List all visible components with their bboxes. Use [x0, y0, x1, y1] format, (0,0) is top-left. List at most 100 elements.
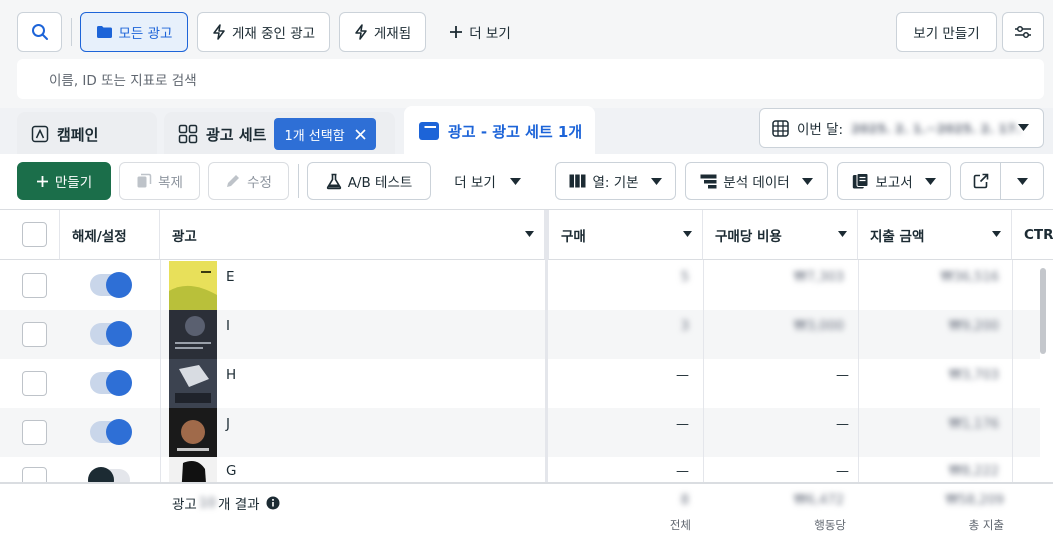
duplicate-label: 복제: [158, 175, 183, 191]
header-ctr[interactable]: CTR: [1012, 210, 1053, 260]
filter-settings-button[interactable]: [1002, 12, 1044, 52]
toggle-knob: [88, 467, 114, 482]
published-label: 게재됨: [373, 26, 412, 42]
row-checkbox[interactable]: [22, 273, 47, 298]
ad-name[interactable]: I: [226, 318, 230, 334]
row-checkbox[interactable]: [22, 467, 47, 482]
ad-thumbnail[interactable]: [169, 310, 217, 359]
purchases-value: 3: [680, 319, 689, 334]
export-button[interactable]: [960, 162, 1001, 200]
table-row[interactable]: I 3 ₩3,000 ₩9,200: [0, 310, 1040, 359]
more-filters-label: 더 보기: [469, 26, 511, 42]
amount-spent-value: ₩9,200: [948, 319, 999, 334]
table-row[interactable]: E 5 ₩7,303 ₩36,516: [0, 261, 1040, 310]
header-cost-per-purchase[interactable]: 구매당 비용: [703, 210, 858, 260]
lightning-icon: [213, 24, 225, 40]
ab-test-button[interactable]: A/B 테스트: [307, 162, 431, 200]
more-filters-button[interactable]: 더 보기: [434, 12, 526, 52]
table-row[interactable]: G — — ₩8,222: [0, 457, 1040, 482]
table-row[interactable]: H — — ₩3,703: [0, 359, 1040, 408]
results-count: 10: [198, 495, 217, 511]
ad-thumbnail[interactable]: [169, 261, 217, 310]
caret-down-icon: [801, 177, 813, 185]
caret-down-icon: [509, 177, 521, 185]
ad-toggle[interactable]: [90, 370, 132, 396]
ad-name[interactable]: J: [226, 416, 230, 432]
create-view-button[interactable]: 보기 만들기: [896, 12, 997, 52]
duplicate-icon: [137, 173, 152, 188]
row-checkbox[interactable]: [22, 420, 47, 445]
ad-icon: [419, 122, 439, 140]
breakdown-icon: [700, 174, 717, 188]
header-amount-spent[interactable]: 지출 금액: [858, 210, 1012, 260]
caret-down-icon[interactable]: [683, 231, 692, 237]
amount-spent-value: ₩1,176: [948, 417, 999, 432]
published-button[interactable]: 게재됨: [339, 12, 426, 52]
grid-icon: [178, 124, 198, 144]
results-summary: 광고 10 개 결과: [172, 493, 280, 513]
ad-name[interactable]: H: [226, 367, 236, 383]
amount-spent-value: ₩3,703: [948, 368, 999, 383]
results-prefix: 광고: [172, 497, 197, 513]
duplicate-button[interactable]: 복제: [119, 162, 200, 200]
header-onoff-label: 해제/설정: [72, 228, 127, 245]
caret-down-icon[interactable]: [525, 231, 534, 237]
close-icon[interactable]: [355, 128, 366, 140]
pencil-icon: [227, 175, 240, 187]
active-ads-button[interactable]: 게재 중인 광고: [197, 12, 330, 52]
tab-ad-sets[interactable]: 광고 세트 1개 선택함: [164, 112, 395, 156]
purchases-value: 5: [680, 270, 689, 285]
results-suffix: 개 결과: [218, 497, 260, 513]
breakdown-button[interactable]: 분석 데이터: [685, 162, 828, 200]
divider: [71, 18, 72, 46]
ad-name[interactable]: E: [226, 269, 235, 285]
table-row[interactable]: J — — ₩1,176: [0, 408, 1040, 457]
lightning-icon: [355, 24, 367, 40]
ad-thumbnail[interactable]: [169, 457, 217, 482]
toggle-knob: [106, 272, 132, 298]
select-all-checkbox[interactable]: [22, 222, 47, 247]
tab-ads[interactable]: 광고 - 광고 세트 1개: [404, 106, 595, 156]
caret-down-icon[interactable]: [838, 231, 847, 237]
columns-button[interactable]: 열: 기본: [555, 162, 676, 200]
header-ad-name[interactable]: 광고: [160, 210, 545, 260]
ad-toggle[interactable]: [88, 467, 130, 482]
create-button[interactable]: 만들기: [17, 162, 111, 200]
selected-badge[interactable]: 1개 선택함: [274, 118, 376, 150]
date-range-picker[interactable]: 이번 달: 2025. 2. 1.~2025. 2. 17.: [759, 108, 1044, 148]
row-checkbox[interactable]: [22, 371, 47, 396]
caret-down-icon: [1016, 177, 1028, 185]
total-purchases-caption: 전체: [669, 518, 691, 532]
total-purchases-value: 8: [680, 493, 689, 508]
flask-icon: [326, 173, 341, 189]
ad-toggle[interactable]: [90, 272, 132, 298]
header-purchases[interactable]: 구매: [548, 210, 703, 260]
info-icon[interactable]: [266, 496, 280, 510]
edit-label: 수정: [247, 175, 272, 191]
ad-thumbnail[interactable]: [169, 359, 217, 408]
vertical-scrollbar[interactable]: [1040, 268, 1046, 354]
reports-button[interactable]: 보고서: [837, 162, 951, 200]
search-button[interactable]: [17, 12, 62, 52]
toolbar: 만들기 복제 수정 A/B 테스트 더 보기 열: 기본 분석 데이터 보고서: [0, 154, 1053, 209]
amount-spent-value: ₩36,516: [940, 270, 999, 285]
export-options-button[interactable]: [1000, 162, 1044, 200]
more-actions-button[interactable]: 더 보기: [439, 162, 536, 200]
row-checkbox[interactable]: [22, 322, 47, 347]
ad-toggle[interactable]: [90, 321, 132, 347]
divider: [298, 164, 299, 198]
ad-thumbnail[interactable]: [169, 408, 217, 457]
purchases-value: —: [676, 368, 689, 383]
search-input[interactable]: 이름, ID 또는 지표로 검색: [17, 59, 1044, 99]
toggle-knob: [106, 419, 132, 445]
summary-row: 광고 10 개 결과 8 전체 ₩6,472 행동당 ₩58,209 총 지출: [0, 482, 1053, 540]
ad-name[interactable]: G: [226, 463, 236, 479]
caret-down-icon[interactable]: [992, 231, 1001, 237]
all-ads-button[interactable]: 모든 광고: [80, 12, 188, 52]
total-cpp-value: ₩6,472: [793, 493, 844, 508]
ad-toggle[interactable]: [90, 419, 132, 445]
edit-button[interactable]: 수정: [208, 162, 289, 200]
reports-label: 보고서: [875, 175, 913, 191]
toggle-knob: [106, 370, 132, 396]
tab-campaigns[interactable]: 캠페인: [17, 112, 157, 156]
